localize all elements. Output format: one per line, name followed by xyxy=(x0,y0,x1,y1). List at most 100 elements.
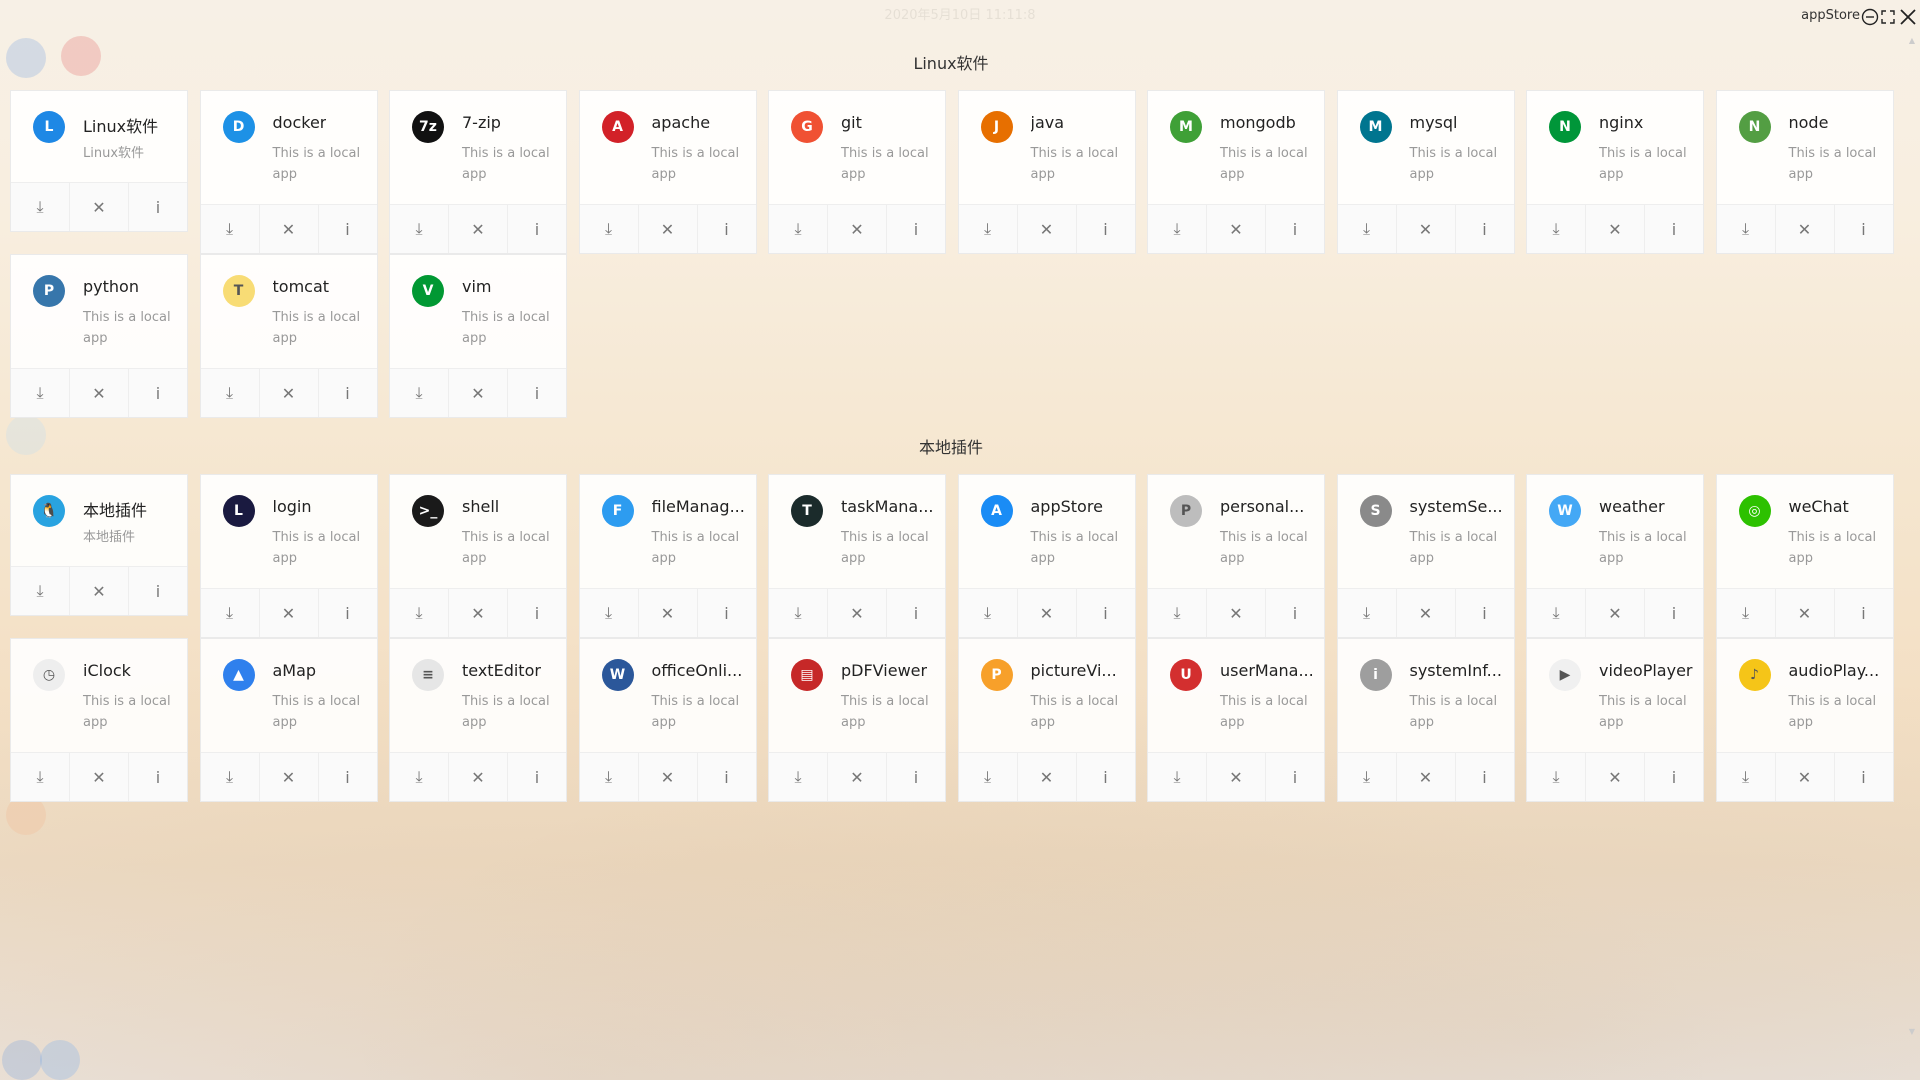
remove-button[interactable]: ✕ xyxy=(1397,753,1456,801)
download-button[interactable]: ⤓ xyxy=(201,205,260,253)
app-card[interactable]: SsystemSe... This is a local app ⤓ ✕ i xyxy=(1336,474,1515,638)
close-button[interactable] xyxy=(1898,7,1918,27)
info-button[interactable]: i xyxy=(1077,753,1135,801)
remove-button[interactable]: ✕ xyxy=(260,369,319,417)
app-card[interactable]: Ggit This is a local app ⤓ ✕ i xyxy=(768,90,946,254)
info-button[interactable]: i xyxy=(887,589,945,637)
info-button[interactable]: i xyxy=(1645,589,1703,637)
info-button[interactable]: i xyxy=(1456,589,1514,637)
download-button[interactable]: ⤓ xyxy=(11,567,70,615)
remove-button[interactable]: ✕ xyxy=(1207,205,1266,253)
app-card[interactable]: ▤ pDFViewer This is a local app ⤓ ✕ i xyxy=(768,638,946,802)
app-card[interactable]: Ddocker This is a local app ⤓ ✕ i xyxy=(199,90,378,254)
info-button[interactable]: i xyxy=(129,369,187,417)
download-button[interactable]: ⤓ xyxy=(1717,753,1776,801)
download-button[interactable]: ⤓ xyxy=(769,205,828,253)
remove-button[interactable]: ✕ xyxy=(1018,753,1077,801)
scroll-down-icon[interactable]: ▼ xyxy=(1908,1027,1916,1036)
remove-button[interactable]: ✕ xyxy=(260,205,319,253)
remove-button[interactable]: ✕ xyxy=(828,205,887,253)
remove-button[interactable]: ✕ xyxy=(449,753,508,801)
remove-button[interactable]: ✕ xyxy=(1397,589,1456,637)
info-button[interactable]: i xyxy=(319,205,377,253)
info-button[interactable]: i xyxy=(129,567,187,615)
download-button[interactable]: ⤓ xyxy=(390,589,449,637)
download-button[interactable]: ⤓ xyxy=(959,753,1018,801)
remove-button[interactable]: ✕ xyxy=(1776,753,1835,801)
app-card[interactable]: Jjava This is a local app ⤓ ✕ i xyxy=(957,90,1136,254)
desktop-finder-icon[interactable] xyxy=(2,1040,42,1080)
remove-button[interactable]: ✕ xyxy=(1586,589,1645,637)
app-card[interactable]: ≡ textEditor This is a local app ⤓ ✕ i xyxy=(389,638,567,802)
info-button[interactable]: i xyxy=(1645,205,1703,253)
remove-button[interactable]: ✕ xyxy=(639,205,698,253)
download-button[interactable]: ⤓ xyxy=(201,589,260,637)
info-button[interactable]: i xyxy=(319,369,377,417)
remove-button[interactable]: ✕ xyxy=(449,589,508,637)
remove-button[interactable]: ✕ xyxy=(828,589,887,637)
remove-button[interactable]: ✕ xyxy=(70,753,129,801)
info-button[interactable]: i xyxy=(1835,205,1893,253)
download-button[interactable]: ⤓ xyxy=(1717,205,1776,253)
remove-button[interactable]: ✕ xyxy=(1207,753,1266,801)
app-card[interactable]: FfileManag... This is a local app ⤓ ✕ i xyxy=(578,474,757,638)
app-card[interactable]: Nnginx This is a local app ⤓ ✕ i xyxy=(1526,90,1704,254)
remove-button[interactable]: ✕ xyxy=(639,589,698,637)
app-card[interactable]: Wweather This is a local app ⤓ ✕ i xyxy=(1526,474,1704,638)
info-button[interactable]: i xyxy=(1266,205,1324,253)
scroll-up-icon[interactable]: ▲ xyxy=(1908,36,1916,45)
info-button[interactable]: i xyxy=(1266,753,1324,801)
info-button[interactable]: i xyxy=(887,205,945,253)
download-button[interactable]: ⤓ xyxy=(201,753,260,801)
app-card[interactable]: ▲ aMap This is a local app ⤓ ✕ i xyxy=(199,638,378,802)
remove-button[interactable]: ✕ xyxy=(828,753,887,801)
remove-button[interactable]: ✕ xyxy=(449,369,508,417)
info-button[interactable]: i xyxy=(319,753,377,801)
app-card[interactable]: i systemInf... This is a local app ⤓ ✕ i xyxy=(1336,638,1515,802)
info-button[interactable]: i xyxy=(508,205,566,253)
remove-button[interactable]: ✕ xyxy=(449,205,508,253)
remove-button[interactable]: ✕ xyxy=(1776,589,1835,637)
app-card[interactable]: 🐧 本地插件 本地插件 ⤓ ✕ i xyxy=(10,474,188,616)
download-button[interactable]: ⤓ xyxy=(390,753,449,801)
app-card[interactable]: PpictureVi... This is a local app ⤓ ✕ i xyxy=(957,638,1136,802)
download-button[interactable]: ⤓ xyxy=(769,589,828,637)
app-card[interactable]: >_ shell This is a local app ⤓ ✕ i xyxy=(389,474,567,638)
info-button[interactable]: i xyxy=(508,369,566,417)
info-button[interactable]: i xyxy=(1835,589,1893,637)
app-card[interactable]: Ppython This is a local app ⤓ ✕ i xyxy=(10,254,188,418)
download-button[interactable]: ⤓ xyxy=(769,753,828,801)
download-button[interactable]: ⤓ xyxy=(1148,753,1207,801)
remove-button[interactable]: ✕ xyxy=(1776,205,1835,253)
app-card[interactable]: Nnode This is a local app ⤓ ✕ i xyxy=(1715,90,1894,254)
download-button[interactable]: ⤓ xyxy=(1338,205,1397,253)
remove-button[interactable]: ✕ xyxy=(1586,753,1645,801)
info-button[interactable]: i xyxy=(1456,205,1514,253)
download-button[interactable]: ⤓ xyxy=(1527,205,1586,253)
download-button[interactable]: ⤓ xyxy=(201,369,260,417)
app-card[interactable]: Ppersonal... This is a local app ⤓ ✕ i xyxy=(1147,474,1325,638)
info-button[interactable]: i xyxy=(698,205,756,253)
remove-button[interactable]: ✕ xyxy=(1586,205,1645,253)
remove-button[interactable]: ✕ xyxy=(70,369,129,417)
app-card[interactable]: WofficeOnli... This is a local app ⤓ ✕ i xyxy=(578,638,757,802)
scrollbar[interactable]: ▲ ▼ xyxy=(1908,36,1916,1036)
app-card[interactable]: Mmysql This is a local app ⤓ ✕ i xyxy=(1336,90,1515,254)
download-button[interactable]: ⤓ xyxy=(959,589,1018,637)
app-card[interactable]: Aapache This is a local app ⤓ ✕ i xyxy=(578,90,757,254)
app-card[interactable]: Mmongodb This is a local app ⤓ ✕ i xyxy=(1147,90,1325,254)
remove-button[interactable]: ✕ xyxy=(1018,205,1077,253)
info-button[interactable]: i xyxy=(1077,205,1135,253)
app-card[interactable]: AappStore This is a local app ⤓ ✕ i xyxy=(957,474,1136,638)
download-button[interactable]: ⤓ xyxy=(1148,589,1207,637)
info-button[interactable]: i xyxy=(1645,753,1703,801)
download-button[interactable]: ⤓ xyxy=(1338,753,1397,801)
download-button[interactable]: ⤓ xyxy=(1717,589,1776,637)
download-button[interactable]: ⤓ xyxy=(580,589,639,637)
download-button[interactable]: ⤓ xyxy=(1148,205,1207,253)
app-card[interactable]: L Linux软件 Linux软件 ⤓ ✕ i xyxy=(10,90,188,232)
remove-button[interactable]: ✕ xyxy=(1397,205,1456,253)
maximize-button[interactable] xyxy=(1878,7,1898,27)
info-button[interactable]: i xyxy=(129,183,187,231)
download-button[interactable]: ⤓ xyxy=(11,753,70,801)
